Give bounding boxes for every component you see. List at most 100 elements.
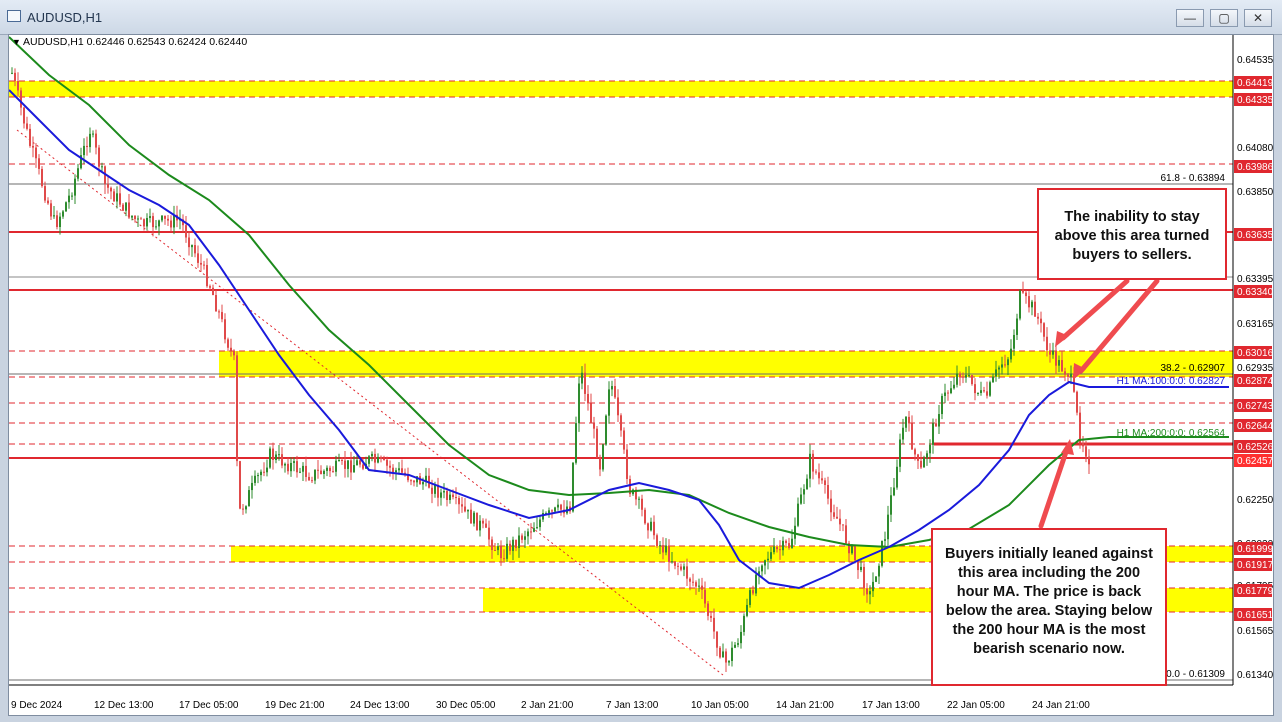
chart-area[interactable]: ▼ AUDUSD,H1 0.62446 0.62543 0.62424 0.62… (8, 34, 1274, 716)
candle-body (329, 467, 331, 472)
candle-body (770, 552, 772, 559)
price-tag: 0.62874 (1237, 376, 1273, 387)
candle-body (833, 512, 835, 517)
candle-body (794, 525, 796, 539)
candle-body (74, 178, 76, 196)
candle-body (950, 388, 952, 394)
candle-body (977, 392, 979, 394)
candle-body (53, 215, 55, 217)
candle-body (71, 195, 73, 197)
candle-body (431, 487, 433, 494)
candle-body (584, 372, 586, 394)
candle-body (968, 375, 970, 377)
candle-body (221, 312, 223, 320)
candle-body (611, 386, 613, 390)
minimize-button[interactable]: — (1176, 9, 1204, 27)
candle-body (587, 393, 589, 404)
candle-body (581, 372, 583, 384)
candle-body (311, 480, 313, 482)
candle-body (47, 200, 49, 204)
candle-body (755, 574, 757, 594)
price-tag: 0.63986 (1237, 162, 1273, 173)
candle-body (302, 465, 304, 472)
candle-body (287, 463, 289, 472)
candle-body (260, 471, 262, 476)
candle-body (590, 403, 592, 424)
price-tag: 0.62644 (1237, 421, 1273, 432)
candle-body (1064, 371, 1066, 375)
candle-body (860, 566, 862, 571)
candle-body (875, 576, 877, 582)
candle-body (959, 373, 961, 377)
candle-body (332, 471, 334, 473)
candle-body (23, 107, 25, 124)
price-tick: 0.61340 (1237, 670, 1273, 681)
candle-body (473, 512, 475, 524)
candle-body (920, 460, 922, 468)
candle-body (698, 585, 700, 587)
candle-body (68, 195, 70, 203)
candle-body (164, 215, 166, 219)
candle-body (347, 460, 349, 469)
zone-64419-64335 (9, 81, 1233, 97)
fib-0-label: 0.0 - 0.61309 (1166, 669, 1225, 680)
candle-body (29, 128, 31, 146)
candle-body (911, 423, 913, 450)
candle-body (89, 133, 91, 148)
candle-body (839, 518, 841, 525)
candle-body (392, 467, 394, 473)
candle-body (866, 588, 868, 595)
candle-body (791, 538, 793, 548)
maximize-button[interactable]: ▢ (1210, 9, 1238, 27)
candle-body (152, 216, 154, 228)
candle-body (578, 383, 580, 424)
candle-body (554, 507, 556, 512)
price-tag: 0.62743 (1237, 401, 1273, 412)
close-button[interactable]: ✕ (1244, 9, 1272, 27)
candle-body (485, 523, 487, 528)
candle-body (320, 470, 322, 475)
candle-body (1037, 316, 1039, 319)
candle-body (62, 211, 64, 217)
window-titlebar: AUDUSD,H1 — ▢ ✕ (0, 0, 1282, 35)
candle-body (14, 72, 16, 82)
candle-body (773, 546, 775, 553)
candle-body (776, 546, 778, 550)
price-tick: 0.63165 (1237, 319, 1273, 330)
candle-body (506, 543, 508, 559)
candle-body (1079, 412, 1081, 443)
candle-body (626, 449, 628, 480)
candle-body (1088, 456, 1090, 465)
candle-body (671, 561, 673, 563)
candle-body (38, 158, 40, 169)
fib-618-label: 61.8 - 0.63894 (1161, 173, 1226, 184)
candle-body (422, 482, 424, 485)
candle-body (575, 423, 577, 463)
candle-body (512, 539, 514, 551)
candle-body (815, 471, 817, 473)
candle-body (893, 487, 895, 496)
candle-body (689, 578, 691, 582)
candle-body (935, 423, 937, 427)
candle-body (230, 347, 232, 351)
candle-body (1049, 350, 1051, 355)
candle-body (728, 660, 730, 663)
candle-body (383, 459, 385, 461)
candle-body (890, 495, 892, 515)
candle-body (965, 375, 967, 378)
candle-body (167, 218, 169, 221)
candle-body (725, 651, 727, 663)
candle-body (734, 644, 736, 648)
candle-body (683, 566, 685, 570)
candle-body (353, 465, 355, 473)
candle-body (20, 90, 22, 108)
candle-body (548, 510, 550, 513)
candle-body (389, 465, 391, 468)
candle-body (455, 497, 457, 499)
candle-body (995, 369, 997, 377)
candle-body (488, 527, 490, 540)
candle-body (617, 397, 619, 416)
candle-body (1070, 373, 1072, 377)
candle-body (11, 72, 13, 74)
candle-body (842, 524, 844, 526)
